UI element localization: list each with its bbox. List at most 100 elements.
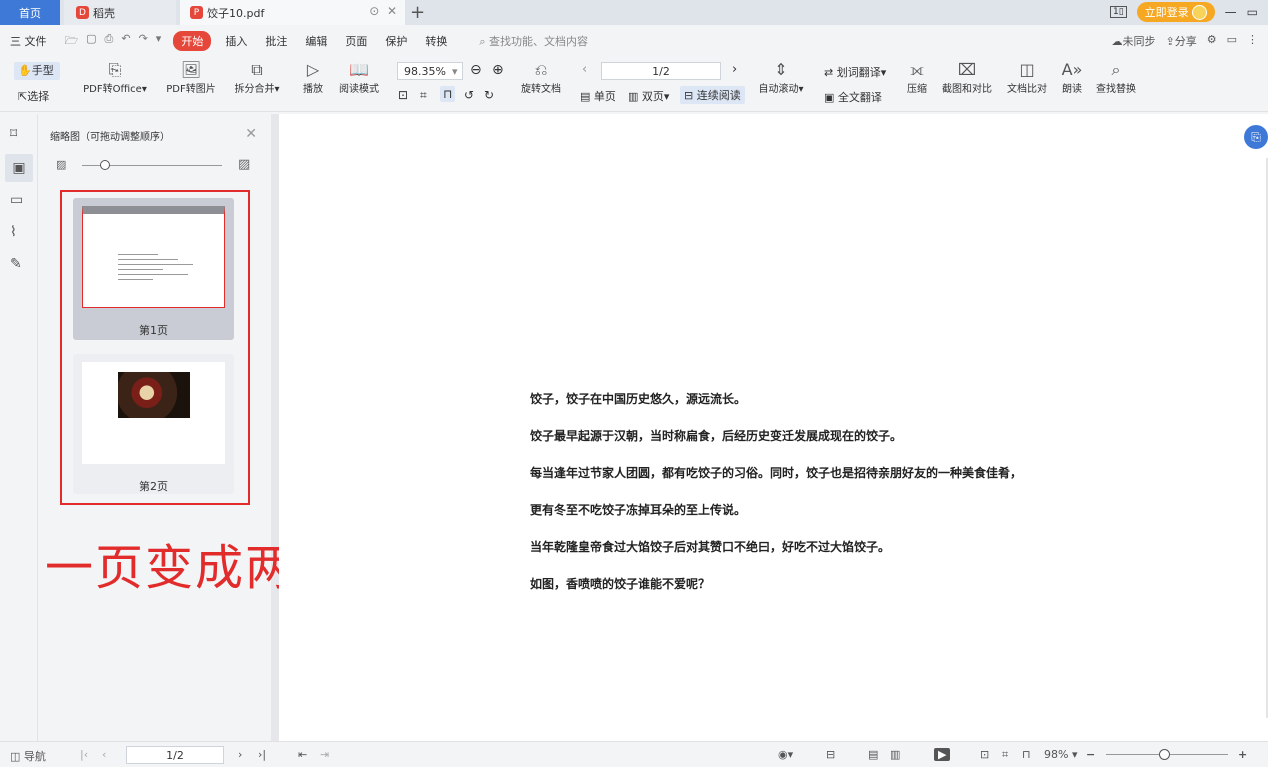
zoom-out-status-icon[interactable]: − [1086,748,1095,761]
double-page-icon: ▥ [628,90,639,103]
document-view[interactable]: 饺子，饺子在中国历史悠久，源远流长。 饺子最早起源于汉朝，当时称扁食，后经历史变… [279,114,1268,741]
tab-home[interactable]: 首页 [0,0,60,25]
undo-icon[interactable]: ↶ [121,32,130,51]
forward-icon[interactable]: ⇥ [320,748,329,761]
double-page-button[interactable]: ▥ 双页▾ [628,88,669,104]
thumbnail-icon[interactable]: ▣ [5,154,33,182]
settings-icon[interactable]: ⚙ [1207,33,1217,49]
rotate-left-icon[interactable]: ↺ [464,88,474,102]
compress-button[interactable]: ⟗ 压缩 [902,60,932,95]
play-button[interactable]: ▷ 播放 [298,60,328,95]
layout-icon[interactable]: 1▯ [1109,6,1127,18]
actual-size-status-icon[interactable]: ⊡ [980,748,989,761]
auto-scroll-button[interactable]: ⇕ 自动滚动▾ [755,60,807,95]
full-translate-button[interactable]: ▣ 全文翻译 [824,89,882,105]
screenshot-compare-button[interactable]: ⌧ 截图和对比 [938,60,996,95]
compare-icon: ◫ [1019,60,1035,79]
zoom-in-icon[interactable]: ⊕ [492,62,504,78]
slider-knob[interactable] [100,160,110,170]
print-icon[interactable]: ⎙ [105,32,114,51]
tab-document[interactable]: P 饺子10.pdf ⊙ ✕ [180,0,405,25]
left-rail: ⌑ ▣ ▭ ⌇ ✎ [0,114,38,741]
tab-bar: 首页 D 稻壳 P 饺子10.pdf ⊙ ✕ + 1▯ 立即登录 — ▭ [0,0,1268,25]
back-icon[interactable]: ⇤ [298,748,307,761]
fit-page-status-icon[interactable]: ⌗ [1002,748,1008,762]
eye-protect-icon[interactable]: ◉▾ [778,748,793,761]
actual-size-icon[interactable]: ⊡ [398,88,408,102]
save-icon[interactable]: ▢ [86,32,96,51]
fit-width-status-icon[interactable]: ⊓ [1022,748,1031,761]
zoom-out-icon[interactable]: ⊖ [470,62,482,78]
menu-page[interactable]: 页面 [345,33,367,49]
read-mode-button[interactable]: 📖 阅读模式 [336,60,382,95]
thumbnail-size-slider[interactable]: ▨ ▨ [56,157,256,174]
panel-resizer[interactable] [271,114,279,741]
book-icon: 📖 [349,60,369,79]
single-page-button[interactable]: ▤ 单页 [580,88,616,104]
close-panel-icon[interactable]: ✕ [245,126,257,142]
next-page-icon[interactable]: › [732,62,737,77]
zoom-slider-knob[interactable] [1159,749,1170,760]
page-input[interactable]: 1/2 [601,62,721,80]
prev-page-icon[interactable]: ‹ [582,62,587,77]
last-page-icon[interactable]: ›| [258,748,266,761]
comment-icon[interactable]: ▭ [1227,33,1237,49]
menu-insert[interactable]: 插入 [225,33,247,49]
redo-icon[interactable]: ↷ [139,32,148,51]
new-tab-button[interactable]: + [410,0,425,25]
fit-page-icon[interactable]: ⌗ [420,88,427,103]
continuous-status-icon[interactable]: ⊟ [826,748,835,761]
comment-panel-icon[interactable]: ▭ [10,192,23,208]
rotate-right-icon[interactable]: ↻ [484,88,494,102]
pin-icon[interactable]: ⊙ [369,4,379,18]
attachment-icon[interactable]: ⌇ [10,224,17,240]
search-icon: ⌕ [479,35,486,48]
continuous-read-button[interactable]: ⊟ 连续阅读 [680,86,745,104]
signature-icon[interactable]: ✎ [10,256,22,272]
menu-annotate[interactable]: 批注 [265,33,287,49]
more-vertical-icon[interactable]: ⋮ [1247,33,1258,49]
read-aloud-button[interactable]: A» 朗读 [1060,60,1084,95]
rotate-document-button[interactable]: ⎌ 旋转文档 [518,60,564,95]
split-merge-button[interactable]: ⧉ 拆分合并▾ [230,60,284,95]
single-label: 单页 [593,90,616,103]
status-page-input[interactable]: 1/2 [126,746,224,764]
doc-compare-button[interactable]: ◫ 文档比对 [1004,60,1050,95]
bookmark-icon[interactable]: ⌑ [10,126,17,142]
open-folder-icon[interactable]: 🗁 [65,32,79,51]
restore-icon[interactable]: ▭ [1247,5,1258,19]
menu-convert[interactable]: 转换 [425,33,447,49]
first-page-icon[interactable]: |‹ [80,748,88,761]
play-status-icon[interactable]: ▶ [934,748,951,761]
pdf-to-office-button[interactable]: ⎘ PDF转Office▾ [80,60,150,95]
more-icon[interactable]: ▾ [156,32,162,51]
nav-toggle[interactable]: ◫ 导航 [10,748,46,764]
zoom-select[interactable]: 98.35% ▾ [397,62,463,80]
double-label: 双页 [641,90,664,103]
close-tab-icon[interactable]: ✕ [387,4,397,18]
tab-daoke[interactable]: D 稻壳 [64,0,176,25]
single-status-icon[interactable]: ▤ [868,748,878,761]
search-function[interactable]: ⌕ 查找功能、文档内容 [479,33,588,49]
select-tool[interactable]: ⇱选择 [18,88,49,104]
menu-file[interactable]: 三 文件 [10,33,47,49]
menu-edit[interactable]: 编辑 [305,33,327,49]
menu-start[interactable]: 开始 [173,31,212,51]
zoom-in-status-icon[interactable]: + [1238,748,1247,761]
status-zoom[interactable]: 98% ▾ [1044,748,1077,761]
find-replace-button[interactable]: ⌕ 查找替换 [1092,60,1140,95]
next-page-status-icon[interactable]: › [238,748,242,761]
pdf-to-image-button[interactable]: 🖼 PDF转图片 [162,60,220,95]
floating-tool-icon[interactable]: ⎘ [1244,125,1268,149]
hand-tool[interactable]: ✋手型 [14,62,60,80]
double-status-icon[interactable]: ▥ [890,748,900,761]
large-image-icon: ▨ [238,157,251,172]
share-button[interactable]: ⇪分享 [1166,33,1197,49]
prev-page-status-icon[interactable]: ‹ [102,748,106,761]
login-button[interactable]: 立即登录 [1136,2,1215,22]
sync-status[interactable]: ☁未同步 [1112,33,1156,49]
menu-protect[interactable]: 保护 [385,33,407,49]
fit-width-icon[interactable]: ⊓ [440,86,456,102]
word-translate-button[interactable]: ⇄ 划词翻译▾ [824,64,886,80]
minimize-icon[interactable]: — [1225,5,1237,19]
